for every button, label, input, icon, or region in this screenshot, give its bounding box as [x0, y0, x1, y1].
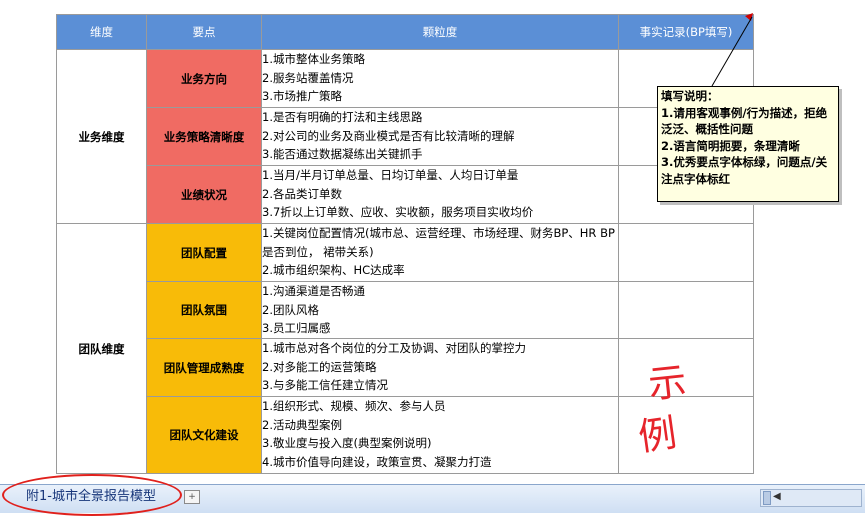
detail-line: 1.组织形式、规模、频次、参与人员 [262, 399, 446, 413]
detail-line: 1.是否有明确的打法和主线思路 [262, 110, 423, 124]
detail-line: 3.敬业度与投入度(典型案例说明) [262, 436, 432, 450]
point-cell[interactable]: 团队文化建设 [146, 396, 262, 474]
table-row: 业绩状况 1.当月/半月订单总量、日均订单量、人均日订单量 2.各品类订单数 3… [57, 165, 754, 224]
table-row: 业务维度 业务方向 1.城市整体业务策略 2.服务站覆盖情况 3.市场推广策略 [56, 49, 754, 224]
spreadsheet-area: 维度 要点 颗粒度 事实记录(BP填写) 业务维度 业务方向 1.城市整体业务策… [0, 0, 865, 484]
dimension-business-cell[interactable]: 业务维度 [56, 49, 147, 224]
header-facts[interactable]: 事实记录(BP填写) [618, 14, 754, 50]
detail-line: 1.沟通渠道是否畅通 [262, 284, 365, 298]
details-cell[interactable]: 1.城市整体业务策略 2.服务站覆盖情况 3.市场推广策略 [261, 49, 619, 108]
details-cell[interactable]: 1.组织形式、规模、频次、参与人员 2.活动典型案例 3.敬业度与投入度(典型案… [261, 396, 619, 474]
point-cell[interactable]: 业务方向 [146, 49, 262, 108]
detail-line: 2.对公司的业务及商业模式是否有比较清晰的理解 [262, 128, 515, 143]
details-cell[interactable]: 1.城市总对各个岗位的分工及协调、对团队的掌控力 2.对多能工的运营策略 3.与… [261, 338, 619, 397]
detail-line: 3.员工归属感 [262, 321, 331, 335]
new-sheet-icon[interactable]: + [184, 490, 200, 504]
detail-line: 1.城市总对各个岗位的分工及协调、对团队的掌控力 [262, 341, 526, 355]
example-annotation-char: 例 [635, 410, 680, 460]
details-cell[interactable]: 1.当月/半月订单总量、日均订单量、人均日订单量 2.各品类订单数 3.7折以上… [261, 165, 619, 224]
detail-line: 2.各品类订单数 [262, 186, 342, 201]
comment-title: 填写说明： [661, 89, 719, 103]
sheet-tab[interactable]: 附1-城市全景报告模型 [22, 487, 160, 507]
comment-box[interactable]: 填写说明： 1.请用客观事例/行为描述，拒绝泛泛、概括性问题 2.语言简明扼要，… [657, 86, 839, 202]
details-cell[interactable]: 1.沟通渠道是否畅通 2.团队风格 3.员工归属感 [261, 281, 619, 339]
facts-cell[interactable] [618, 281, 754, 339]
detail-line: 2.团队风格 [262, 302, 319, 317]
dimension-team-cell[interactable]: 团队维度 [56, 223, 147, 474]
point-cell[interactable]: 团队氛围 [146, 281, 262, 339]
horizontal-scrollbar[interactable]: ◀ [760, 489, 862, 507]
detail-line: 3.与多能工信任建立情况 [262, 378, 388, 392]
detail-line: 2.服务站覆盖情况 [262, 70, 354, 85]
point-cell[interactable]: 业务策略清晰度 [146, 107, 262, 166]
detail-line: 3.市场推广策略 [262, 89, 342, 103]
header-point[interactable]: 要点 [146, 14, 262, 50]
point-cell[interactable]: 业绩状况 [146, 165, 262, 224]
details-cell[interactable]: 1.是否有明确的打法和主线思路 2.对公司的业务及商业模式是否有比较清晰的理解 … [261, 107, 619, 166]
comment-line: 1.请用客观事例/行为描述，拒绝泛泛、概括性问题 [661, 105, 828, 137]
detail-line: 2.活动典型案例 [262, 417, 342, 432]
table-row: 团队氛围 1.沟通渠道是否畅通 2.团队风格 3.员工归属感 [57, 281, 754, 339]
point-cell[interactable]: 团队配置 [146, 223, 262, 282]
detail-line: 1.关键岗位配置情况(城市总、运营经理、市场经理、财务BP、HR BP是否到位，… [262, 226, 615, 259]
detail-line: 4.城市价值导向建设，政策宣贯、凝聚力打造 [262, 454, 492, 469]
scrollbar-thumb[interactable] [763, 491, 771, 505]
details-cell[interactable]: 1.关键岗位配置情况(城市总、运营经理、市场经理、财务BP、HR BP是否到位，… [261, 223, 619, 282]
comment-line: 2.语言简明扼要，条理清晰 [661, 138, 800, 153]
header-dimension[interactable]: 维度 [56, 14, 147, 50]
point-cell[interactable]: 团队管理成熟度 [146, 338, 262, 397]
table-row: 团队维度 团队配置 1.关键岗位配置情况(城市总、运营经理、市场经理、财务BP、… [56, 223, 754, 474]
header-granularity[interactable]: 颗粒度 [261, 14, 619, 50]
facts-cell[interactable] [618, 223, 754, 282]
sheet-tab-bar: 附1-城市全景报告模型 + ◀ [0, 474, 865, 516]
header-row: 维度 要点 颗粒度 事实记录(BP填写) [56, 14, 754, 50]
comment-line: 3.优秀要点字体标绿，问题点/关注点字体标红 [661, 155, 828, 186]
detail-line: 2.城市组织架构、HC达成率 [262, 263, 405, 277]
detail-line: 1.城市整体业务策略 [262, 52, 365, 66]
table-row: 业务策略清晰度 1.是否有明确的打法和主线思路 2.对公司的业务及商业模式是否有… [57, 107, 754, 166]
scroll-left-arrow-icon[interactable]: ◀ [773, 491, 781, 502]
detail-line: 1.当月/半月订单总量、日均订单量、人均日订单量 [262, 168, 519, 182]
detail-line: 2.对多能工的运营策略 [262, 359, 377, 374]
detail-line: 3.能否通过数据凝练出关键抓手 [262, 147, 423, 161]
example-annotation-char: 示 [646, 359, 689, 407]
detail-line: 3.7折以上订单数、应收、实收额，服务项目实收均价 [262, 205, 534, 219]
